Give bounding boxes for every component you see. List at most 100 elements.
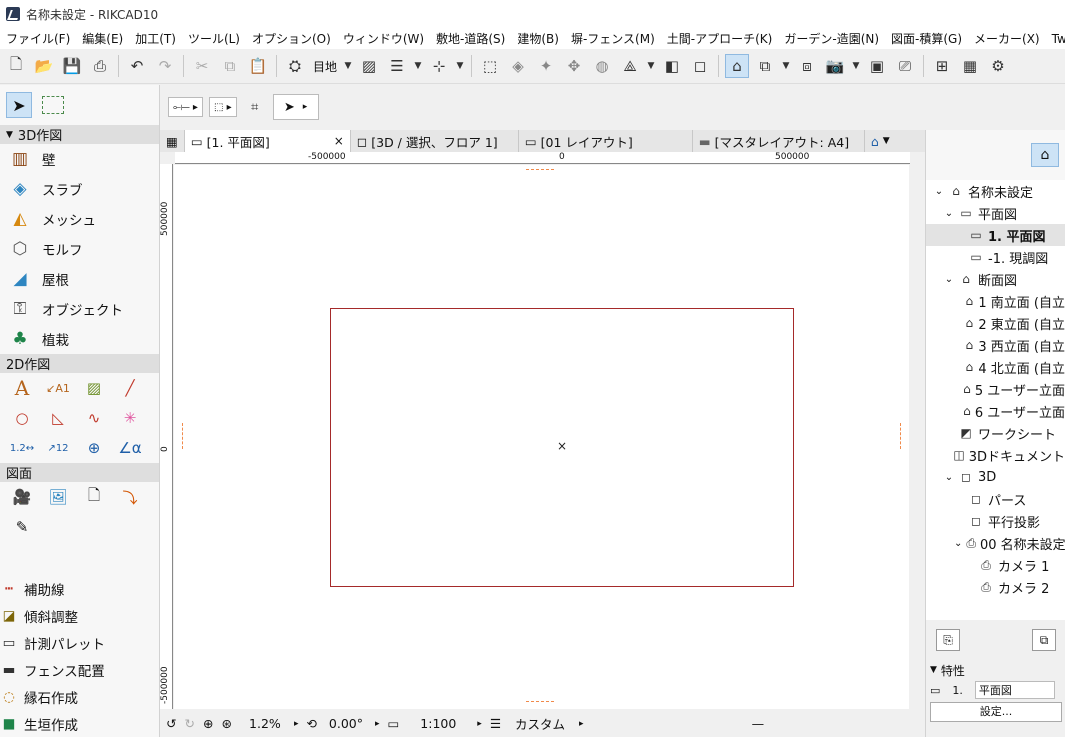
tool-item[interactable]: ◈ スラブ	[0, 174, 159, 204]
orbit-icon[interactable]: ✦	[534, 54, 558, 78]
fit-window-icon[interactable]: ⊛	[221, 716, 231, 731]
tree-item[interactable]: ◩ ワークシート	[926, 422, 1065, 444]
selection-method-dropdown[interactable]: ⟜⟝ ▸	[168, 97, 203, 117]
polyline-tool-icon[interactable]: ◺	[40, 403, 76, 433]
menu-item[interactable]: 建物(B)	[511, 30, 565, 47]
fill-tool-icon[interactable]: ▨	[76, 373, 112, 403]
expand-caret-icon[interactable]: ⌄	[934, 186, 944, 197]
close-icon[interactable]: ×	[334, 134, 344, 148]
picture-tool-icon[interactable]: 🖼	[40, 482, 76, 512]
open-file-icon[interactable]: 📂	[32, 54, 56, 78]
undo-icon[interactable]: ↶	[125, 54, 149, 78]
zoom-field[interactable]: 1.2% ▸	[240, 716, 298, 731]
navigate-icon[interactable]: ✥	[562, 54, 586, 78]
copy-view-icon[interactable]: ⧉	[753, 54, 777, 78]
layers-stack-icon[interactable]: ☰	[385, 54, 409, 78]
geometry-method-dropdown[interactable]: ⬚ ▸	[208, 97, 237, 117]
angle-field[interactable]: ⟲ 0.00° ▸	[306, 716, 379, 731]
box-3d-icon[interactable]: ◻	[688, 54, 712, 78]
tool-item[interactable]: ▥ 壁	[0, 144, 159, 174]
gear-icon[interactable]: ⚙	[986, 54, 1010, 78]
frame-icon[interactable]: ▣	[865, 54, 889, 78]
print-icon[interactable]: ⎙	[88, 54, 112, 78]
arrow-tool-icon[interactable]: ➤	[6, 92, 32, 118]
dimension-tool-icon[interactable]: 1.2↔	[4, 433, 40, 463]
camera-path-icon[interactable]: ◍	[590, 54, 614, 78]
menu-item[interactable]: 編集(E)	[76, 30, 129, 47]
tree-item[interactable]: ⎙ カメラ 2	[926, 576, 1065, 598]
chevron-down-icon[interactable]: ▼	[646, 61, 656, 71]
tree-item[interactable]: ◻ 平行投影	[926, 510, 1065, 532]
tool-item[interactable]: ♣ 植栽	[0, 324, 159, 354]
pointer-mode-dropdown[interactable]: ➤ ▸	[272, 94, 319, 120]
new-view-icon[interactable]: ⧉	[1032, 629, 1056, 651]
redo-zoom-icon[interactable]: ↻	[184, 716, 194, 731]
menu-item[interactable]: 図面-積算(G)	[885, 30, 968, 47]
expand-caret-icon[interactable]: ⌄	[954, 538, 962, 549]
chevron-down-icon[interactable]: ▼	[455, 61, 465, 71]
tree-item[interactable]: ⌂ 4 北立面 (自立	[926, 356, 1065, 378]
menu-item[interactable]: メーカー(X)	[968, 30, 1046, 47]
minimize-bar-icon[interactable]: —	[752, 716, 765, 731]
tree-item[interactable]: ◻ パース	[926, 488, 1065, 510]
tool-item[interactable]: ■ 生垣作成	[0, 710, 150, 737]
expand-caret-icon[interactable]: ⌄	[944, 208, 954, 219]
text-tool-icon[interactable]: A	[4, 373, 40, 403]
tree-item[interactable]: ⌂ 6 ユーザー立面	[926, 400, 1065, 422]
tab-floor-plan[interactable]: ▭ [1. 平面図] ×	[184, 130, 351, 152]
menu-item[interactable]: 加工(T)	[129, 30, 182, 47]
tool-item[interactable]: ◢ 屋根	[0, 264, 159, 294]
angle-dimension-icon[interactable]: ∠α	[112, 433, 148, 463]
undo-zoom-icon[interactable]: ↺	[166, 716, 176, 731]
tree-item[interactable]: ⌄ ◻ 3D	[926, 466, 1065, 488]
tree-item[interactable]: ⌄ ⌂ 断面図	[926, 268, 1065, 290]
layer-dropdown[interactable]: 目地	[311, 58, 339, 75]
tool-item[interactable]: ◭ メッシュ	[0, 204, 159, 234]
tab-list-dropdown[interactable]: ⌂ ▼	[865, 130, 896, 152]
drawing-canvas[interactable]: ×	[174, 165, 909, 709]
camera-tool-icon[interactable]: 🎥	[4, 482, 40, 512]
prop-name-field[interactable]: 平面図	[974, 681, 1055, 699]
level-dimension-icon[interactable]: ⊕	[76, 433, 112, 463]
view-settings-icon[interactable]: ⎘	[936, 629, 960, 651]
tree-item[interactable]: ⌂ 1 南立面 (自立	[926, 290, 1065, 312]
tree-item[interactable]: ⎙ カメラ 1	[926, 554, 1065, 576]
menu-item[interactable]: 土間-アプローチ(K)	[661, 30, 779, 47]
section-view-icon[interactable]: ◧	[660, 54, 684, 78]
marquee-tool-icon[interactable]	[42, 96, 64, 114]
layer-combo-field[interactable]: ☰ カスタム ▸	[490, 714, 584, 733]
menu-item[interactable]: ウィンドウ(W)	[337, 30, 430, 47]
tree-item[interactable]: ▭ -1. 現調図	[926, 246, 1065, 268]
tree-item[interactable]: ⌂ 3 西立面 (自立	[926, 334, 1065, 356]
new-file-icon[interactable]: 🗋	[4, 54, 28, 78]
save-icon[interactable]: 💾	[60, 54, 84, 78]
chevron-down-icon[interactable]: ▼	[851, 61, 861, 71]
spline-tool-icon[interactable]: ∿	[76, 403, 112, 433]
copy-icon[interactable]: ⧉	[218, 54, 242, 78]
grid-snap-icon[interactable]: ⊹	[427, 54, 451, 78]
cut-icon[interactable]: ✂	[190, 54, 214, 78]
circle-tool-icon[interactable]: ○	[4, 403, 40, 433]
tool-item[interactable]: ▭ 計測パレット	[0, 629, 150, 656]
menu-item[interactable]: ツール(L)	[182, 30, 246, 47]
section-3d-header[interactable]: ▼ 3D作図	[0, 125, 159, 144]
expand-caret-icon[interactable]: ⌄	[944, 274, 954, 285]
menu-item[interactable]: 塀-フェンス(M)	[565, 30, 661, 47]
line-tool-icon[interactable]: ╱	[112, 373, 148, 403]
chevron-down-icon[interactable]: ▼	[781, 61, 791, 71]
tool-item[interactable]: ◌ 縁石作成	[0, 683, 150, 710]
hatch-icon[interactable]: ▨	[357, 54, 381, 78]
layer-icon[interactable]: ⛭	[283, 54, 307, 78]
tool-item[interactable]: ◪ 傾斜調整	[0, 602, 150, 629]
dimension-icon[interactable]: ⊞	[930, 54, 954, 78]
tree-item[interactable]: ⌄ ▭ 平面図	[926, 202, 1065, 224]
section-2d-header[interactable]: 2D作図	[0, 354, 159, 373]
zoom-in-icon[interactable]: ⊕	[203, 716, 213, 731]
magic-wand-icon[interactable]: ⌗	[243, 95, 267, 119]
redo-icon[interactable]: ↷	[153, 54, 177, 78]
chevron-down-icon[interactable]: ▼	[343, 61, 353, 71]
menu-item[interactable]: 敷地-道路(S)	[430, 30, 511, 47]
tab-3d[interactable]: ◻ [3D / 選択、フロア 1]	[351, 130, 519, 152]
axes-icon[interactable]: ⟁	[618, 54, 642, 78]
menu-item[interactable]: オプション(O)	[246, 30, 337, 47]
